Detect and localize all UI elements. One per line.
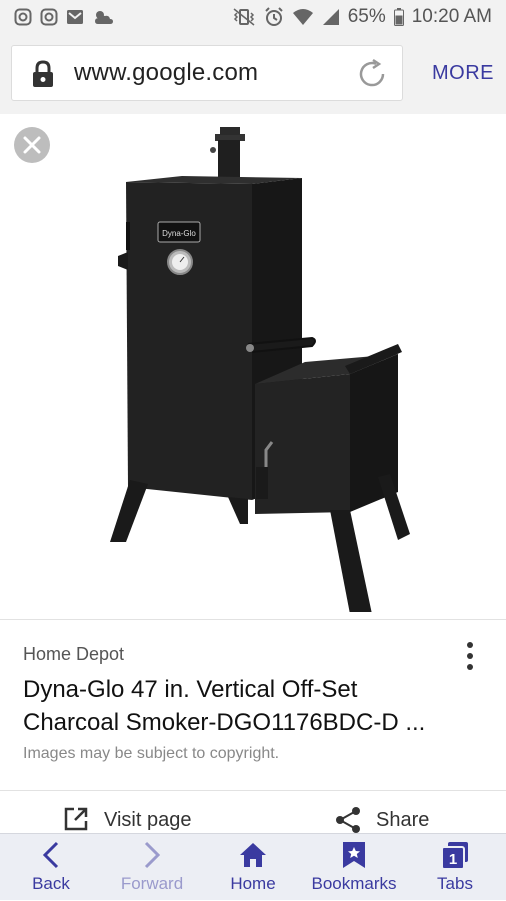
tabs-icon: 1 <box>441 842 468 870</box>
lock-icon <box>33 60 53 87</box>
nav-tabs[interactable]: 1 Tabs <box>428 834 482 901</box>
image-viewer: Dyna-Glo <box>0 114 506 619</box>
nav-home[interactable]: Home <box>222 834 284 901</box>
divider <box>0 619 506 620</box>
brand-badge: Dyna-Glo <box>162 229 196 238</box>
forward-icon <box>144 841 161 869</box>
battery-icon <box>393 8 404 26</box>
nav-bookmarks[interactable]: Bookmarks <box>308 834 400 901</box>
status-bar: 65% 10:20 AM <box>0 0 506 34</box>
product-image[interactable]: Dyna-Glo <box>100 122 420 612</box>
bookmark-icon <box>343 842 365 868</box>
result-title-line1[interactable]: Dyna-Glo 47 in. Vertical Off-Set <box>23 676 357 704</box>
result-title-line2[interactable]: Charcoal Smoker-DGO1176BDC-D ... <box>23 709 425 737</box>
bottom-nav: Back Forward Home Bookmarks 1 Tabs <box>0 833 506 900</box>
address-bar[interactable]: www.google.com <box>11 45 403 101</box>
close-button[interactable] <box>14 127 50 163</box>
nav-back-label: Back <box>32 874 70 893</box>
nav-bookmarks-label: Bookmarks <box>311 874 397 893</box>
copyright-note: Images may be subject to copyright. <box>23 745 280 762</box>
share-label: Share <box>376 809 430 831</box>
reload-icon[interactable] <box>356 58 388 90</box>
nav-forward[interactable]: Forward <box>112 834 192 901</box>
browser-toolbar: www.google.com MORE <box>0 34 506 114</box>
weather-icon <box>95 11 113 24</box>
open-external-icon <box>64 807 88 831</box>
nav-back[interactable]: Back <box>20 834 82 901</box>
source-name[interactable]: Home Depot <box>23 644 124 665</box>
action-row: Visit page Share <box>0 790 506 834</box>
signal-icon <box>322 9 339 25</box>
wifi-icon <box>292 9 313 25</box>
alarm-icon <box>264 7 283 26</box>
url-text[interactable]: www.google.com <box>74 59 258 87</box>
nav-home-label: Home <box>230 874 276 893</box>
instagram-icon <box>40 8 58 26</box>
clock: 10:20 AM <box>411 6 492 27</box>
home-icon <box>240 843 266 867</box>
visit-page-label: Visit page <box>104 809 192 831</box>
close-icon <box>23 136 41 154</box>
share-icon <box>336 807 360 833</box>
tabs-count: 1 <box>449 851 457 868</box>
gmail-icon <box>67 10 83 24</box>
back-icon <box>42 841 59 869</box>
more-button[interactable]: MORE <box>432 62 494 85</box>
battery-level: 65% <box>347 6 386 27</box>
nav-forward-label: Forward <box>120 874 184 893</box>
nav-tabs-label: Tabs <box>437 874 473 893</box>
instagram-icon <box>14 8 32 26</box>
system-status: 65% 10:20 AM <box>232 6 492 28</box>
vibrate-icon <box>233 8 255 26</box>
overflow-menu-icon[interactable] <box>466 641 474 671</box>
notification-icons <box>14 8 114 26</box>
